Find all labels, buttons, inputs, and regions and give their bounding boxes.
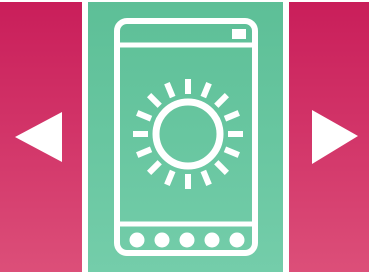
pagination-dot[interactable] xyxy=(179,232,195,248)
pagination-dot[interactable] xyxy=(204,232,220,248)
slide-panel xyxy=(88,2,283,272)
sun-ray xyxy=(146,160,162,176)
sun-ray xyxy=(164,169,176,186)
sun-ray xyxy=(200,169,212,186)
phone-with-sun-icon xyxy=(114,18,258,256)
sun-icon xyxy=(133,79,243,189)
sun-ray xyxy=(164,82,176,99)
sun-ray xyxy=(146,92,162,108)
sun-ray xyxy=(214,92,230,108)
sun-ray xyxy=(223,146,240,158)
triangle-left-icon xyxy=(15,112,62,162)
pagination-dots xyxy=(129,232,245,248)
pagination-dot[interactable] xyxy=(129,232,145,248)
sun-ray xyxy=(214,160,230,176)
pagination-dot[interactable] xyxy=(229,232,245,248)
pagination-dot[interactable] xyxy=(154,232,170,248)
camera-icon xyxy=(232,29,246,39)
sun-ray xyxy=(223,110,240,122)
sun-ray xyxy=(200,82,212,99)
prev-slide-button[interactable] xyxy=(0,2,82,272)
next-slide-button[interactable] xyxy=(289,2,369,272)
triangle-right-icon xyxy=(312,110,358,164)
carousel xyxy=(0,0,369,274)
sun-ray xyxy=(136,146,153,158)
sun-ray xyxy=(136,110,153,122)
